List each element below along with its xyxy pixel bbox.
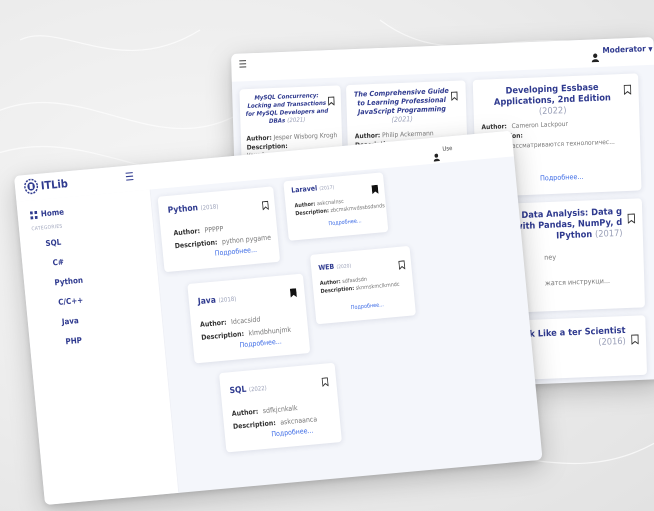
bookmark-outline-icon[interactable]	[631, 329, 639, 348]
author-label: Author:	[354, 131, 381, 141]
bookmark-outline-icon[interactable]	[398, 254, 406, 273]
book-card: Python (2018) Author: PPPPP Description:…	[157, 186, 281, 273]
chevron-down-icon: ▼	[648, 45, 653, 54]
sidebar: Home CATEGORIES SQL C# Python C/C++ Java…	[16, 189, 180, 506]
description-label: Description:	[232, 419, 277, 431]
book-card: WEB (2020) Author: sdfasdsdn Description…	[309, 245, 417, 325]
bookmark-outline-icon[interactable]	[623, 80, 632, 99]
categories-heading: CATEGORIES	[31, 223, 63, 233]
book-card: Java (2018) Author: Idcacsidd Descriptio…	[187, 273, 311, 364]
author-value: Jesper Wisborg Krogh	[273, 131, 338, 142]
role-dropdown[interactable]: Moderator ▼	[602, 44, 652, 55]
description-value: python pygame	[221, 233, 272, 246]
sidebar-item-python[interactable]: Python	[54, 276, 83, 288]
book-title[interactable]: MySQL Concurrency: Locking and Transacti…	[245, 92, 329, 127]
description-value: askcnaanca	[279, 415, 318, 427]
more-link[interactable]: Подробнее...	[351, 302, 385, 311]
logo-text: ITLib	[40, 176, 69, 192]
front-app-window: ITLib ☰ Use Home CATEGORIES SQL C# Pytho…	[14, 130, 543, 506]
bookmark-filled-icon[interactable]	[289, 282, 297, 301]
description-value: жатся инструкци...	[544, 276, 611, 288]
book-card: Laravel (2017) Author: askcnalnsc Descri…	[283, 172, 389, 241]
bookmark-outline-icon[interactable]	[261, 195, 270, 214]
author-value: Cameron Lackpour	[511, 119, 569, 131]
menu-toggle-icon[interactable]: ☰	[239, 59, 248, 70]
home-grid-icon	[29, 210, 38, 219]
logo[interactable]: ITLib	[23, 175, 68, 195]
bookmark-outline-icon[interactable]	[321, 371, 329, 390]
sidebar-item-php[interactable]: PHP	[65, 336, 82, 346]
book-title[interactable]: WEB (2020)	[318, 261, 352, 272]
bookmark-outline-icon[interactable]	[450, 86, 458, 105]
description-value: sknmskmclkmndc	[355, 281, 400, 292]
more-link[interactable]: Подробнее...	[540, 173, 584, 183]
menu-toggle-icon[interactable]: ☰	[125, 170, 135, 184]
book-card: SQL (2022) Author: sdfkjcnkalk Descripti…	[219, 362, 342, 453]
description-label: Description:	[200, 329, 245, 342]
user-name[interactable]: Use	[442, 145, 453, 153]
book-title[interactable]: The Comprehensive Guide to Learning Prof…	[353, 87, 450, 127]
role-label: Moderator	[602, 44, 646, 55]
user-icon	[591, 47, 600, 63]
author-label: Author:	[246, 133, 272, 143]
logo-gear-icon	[23, 178, 39, 195]
description-value: klmdbhunjmk	[248, 325, 292, 338]
sidebar-item-sql[interactable]: SQL	[45, 238, 62, 248]
sidebar-item-cpp[interactable]: C/C++	[58, 296, 84, 307]
description-label: Description:	[174, 238, 218, 251]
book-title[interactable]: Python (2018)	[167, 201, 218, 216]
book-title[interactable]: Java (2018)	[197, 294, 236, 308]
author-label: Author:	[481, 122, 508, 132]
sidebar-item-java[interactable]: Java	[61, 316, 79, 326]
sidebar-item-home[interactable]: Home	[29, 207, 65, 219]
sidebar-item-csharp[interactable]: C#	[52, 257, 64, 267]
description-label: Description:	[295, 208, 330, 218]
author-value: ney	[544, 253, 557, 262]
bookmark-outline-icon[interactable]	[627, 208, 636, 227]
bookmark-outline-icon[interactable]	[327, 91, 335, 110]
sidebar-item-label: Home	[40, 207, 65, 219]
user-icon	[432, 146, 440, 165]
book-title[interactable]: SQL (2022)	[229, 383, 267, 396]
more-link[interactable]: Подробнее...	[328, 218, 362, 227]
description-label: Description:	[320, 285, 355, 295]
book-title[interactable]: Laravel (2017)	[291, 183, 335, 194]
